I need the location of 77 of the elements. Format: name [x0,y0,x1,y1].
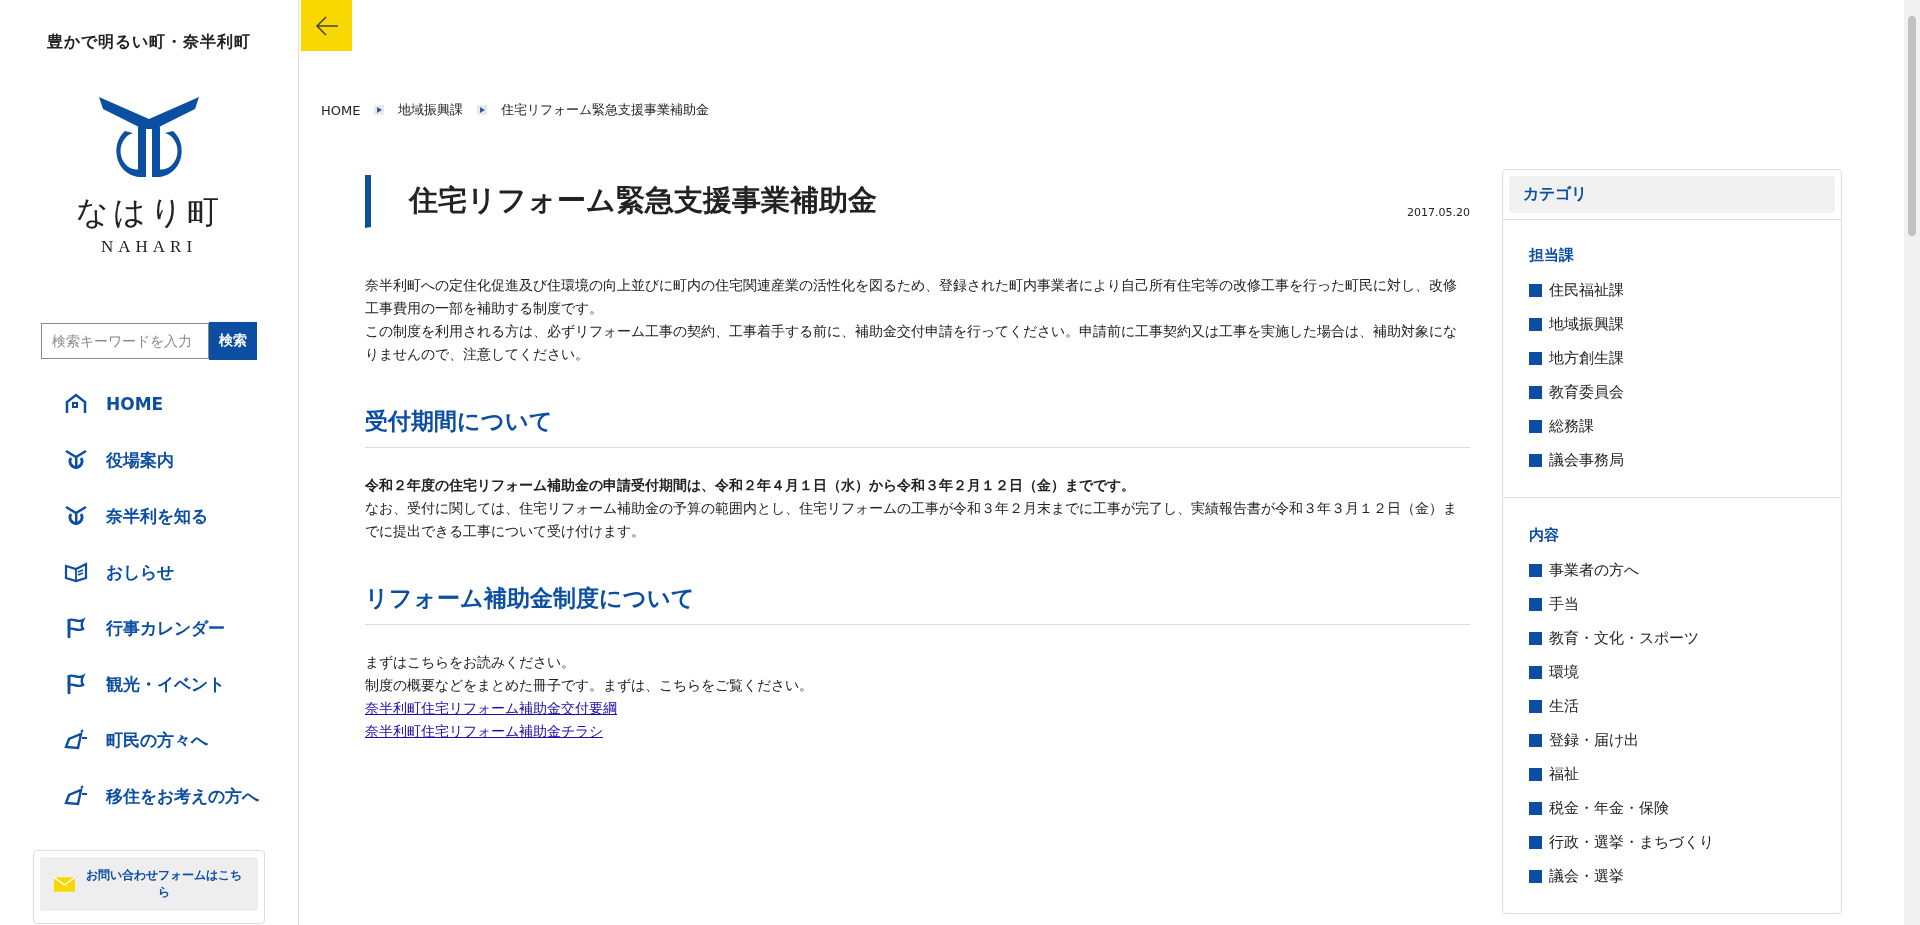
category-link[interactable]: 事業者の方へ [1549,560,1639,580]
square-bullet-icon [1529,563,1542,577]
breadcrumb-arrow-icon [374,105,385,115]
square-bullet-icon [1529,869,1542,883]
category-link[interactable]: 総務課 [1549,416,1594,436]
emblem-icon [64,448,88,472]
category-link[interactable]: 登録・届け出 [1549,730,1639,750]
nav-link[interactable]: 奈半利を知る [106,504,208,528]
book-icon [64,560,88,584]
square-bullet-icon [1529,283,1542,297]
body-text: なお、受付に関しては、住宅リフォーム補助金の予算の範囲内とし、住宅リフォームの工事が令和３年２月末までに工事が完了し、実績報告書が令和３年３月１２日（金）までに提出できる工事について受け付けます。 [365,499,1458,541]
scrollbar-thumb[interactable] [1908,16,1916,236]
square-bullet-icon [1529,419,1542,433]
intro-paragraph: 奈半利町への定住化促進及び住環境の向上並びに町内の住宅関連産業の活性化を図るため、登録された町内事業者により自己所有住宅等の改修工事を行った町民に対し、改修工事費用の一部を補助する制度です。 [365,276,1458,318]
post-date: 2017.05.20 [1407,206,1470,219]
section-heading: リフォーム補助金制度について [365,583,1470,625]
breadcrumb-link[interactable]: HOME [321,102,361,118]
back-button[interactable] [301,0,352,51]
square-bullet-icon [1529,351,1542,365]
square-bullet-icon [1529,665,1542,679]
category-link[interactable]: 手当 [1549,594,1579,614]
document-link[interactable]: 奈半利町住宅リフォーム補助金交付要綱 [365,697,617,720]
square-bullet-icon [1529,801,1542,815]
breadcrumb-arrow-icon [477,105,488,115]
category-link[interactable]: 福祉 [1549,764,1579,784]
site-tagline: 豊かで明るい町・奈半利町 [47,32,251,53]
square-bullet-icon [1529,699,1542,713]
category-link[interactable]: 教育委員会 [1549,382,1624,402]
scrollbar[interactable] [1904,0,1920,925]
nav-link[interactable]: 役場案内 [106,448,174,472]
nav-link[interactable]: 町民の方々へ [106,728,208,752]
nav-link[interactable]: 行事カレンダー [106,616,225,640]
square-bullet-icon [1529,317,1542,331]
category-link[interactable]: 地方創生課 [1549,348,1624,368]
back-arrow-icon [314,14,339,37]
notice-text: 令和２年度の住宅リフォーム補助金の申請受付期間は、令和２年４月１日（水）から令和３年２月１２日（金）までです。 [365,476,1136,495]
square-bullet-icon [1529,453,1542,467]
document-link[interactable]: 奈半利町住宅リフォーム補助金チラシ [365,720,603,743]
category-link[interactable]: 税金・年金・保険 [1549,798,1669,818]
square-bullet-icon [1529,631,1542,645]
category-link[interactable]: 議会・選挙 [1549,866,1624,886]
search-button[interactable]: 検索 [209,322,257,360]
category-group-heading: 内容 [1529,526,1560,545]
category-link[interactable]: 生活 [1549,696,1579,716]
square-bullet-icon [1529,767,1542,781]
page-title: 住宅リフォーム緊急支援事業補助金 [409,182,878,219]
category-link[interactable]: 地域振興課 [1549,314,1624,334]
square-bullet-icon [1529,835,1542,849]
nav-link[interactable]: HOME [106,394,164,414]
category-group-heading: 担当課 [1529,246,1575,265]
nav-link[interactable]: 観光・イベント [106,672,225,696]
breadcrumb-link[interactable]: 地域振興課 [398,101,464,119]
section-heading: 受付期間について [365,406,1470,448]
mail-icon [54,876,76,892]
megaphone-icon [64,784,88,808]
square-bullet-icon [1529,597,1542,611]
breadcrumb-link[interactable]: 住宅リフォーム緊急支援事業補助金 [501,101,710,119]
category-link[interactable]: 環境 [1549,662,1579,682]
intro-paragraph: この制度を利用される方は、必ずリフォーム工事の契約、工事着手する前に、補助金交付申請を行ってください。申請前に工事契約又は工事を実施した場合は、補助対象になりませんので、注意してください。 [365,322,1458,364]
house-icon [64,392,88,416]
nav-link[interactable]: おしらせ [106,560,174,584]
category-link[interactable]: 議会事務局 [1549,450,1624,470]
megaphone-icon [64,728,88,752]
category-link[interactable]: 行政・選挙・まちづくり [1549,832,1714,852]
nav-link[interactable]: 移住をお考えの方へ [106,784,259,808]
square-bullet-icon [1529,733,1542,747]
square-bullet-icon [1529,385,1542,399]
category-link[interactable]: 住民福祉課 [1549,280,1624,300]
body-text: 制度の概要などをまとめた冊子です。まずは、こちらをご覧ください。 [365,676,814,695]
emblem-icon [64,504,88,528]
category-link[interactable]: 教育・文化・スポーツ [1549,628,1699,648]
logo-text: なはり町 [75,192,223,233]
body-text: まずはこちらをお読みください。 [365,653,576,672]
contact-form-button[interactable]: お問い合わせフォームはこちら [40,857,258,911]
category-title: カテゴリ [1509,176,1835,213]
logo-roman-text: NAHARI [100,237,198,257]
search-field[interactable]: 検索キーワードを入力 [41,323,209,359]
